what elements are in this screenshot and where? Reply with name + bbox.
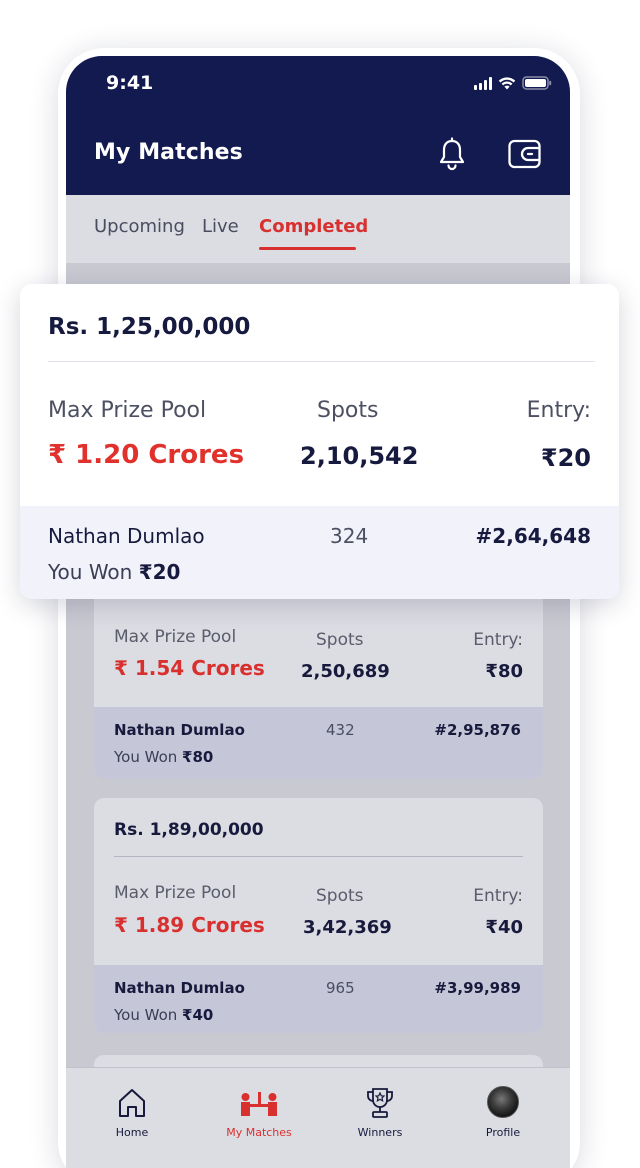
match-card[interactable]: Rs. 1,89,00,000 Max Prize Pool ₹ 1.89 Cr… [94,798,543,1033]
prize-pool-label: Max Prize Pool [114,883,237,903]
home-icon [119,1089,145,1117]
avatar [487,1086,519,1118]
prize-pool-value: ₹ 1.20 Crores [48,440,245,470]
user-name: Nathan Dumlao [114,979,245,997]
won-amount: ₹80 [182,748,214,766]
card-user-result: Nathan Dumlao 965 #3,99,989 You Won ₹40 [94,965,543,1033]
app-mockup: 9:41 My Matches Upcoming Live Completed … [0,0,640,1168]
entry-value: ₹20 [540,444,591,472]
spots-label: Spots [316,886,364,906]
entry-label: Entry: [526,398,591,423]
app-header: 9:41 My Matches [66,56,570,195]
nav-home-label: Home [115,1126,149,1139]
status-icons [474,76,552,90]
trophy-icon [367,1088,393,1118]
nav-profile[interactable]: Profile [453,1086,553,1139]
spots-label: Spots [316,630,364,650]
status-time: 9:41 [106,72,154,94]
won-amount: ₹40 [182,1006,214,1024]
prize-title: Rs. 1,25,00,000 [48,314,251,340]
user-rank: #3,99,989 [434,979,521,997]
prize-pool-value: ₹ 1.89 Crores [114,913,265,937]
entry-label: Entry: [473,886,523,906]
page-title: My Matches [94,140,243,165]
wifi-icon [498,76,516,90]
won-amount-text: You Won ₹20 [48,560,181,584]
card-user-result: Nathan Dumlao 324 #2,64,648 You Won ₹20 [20,506,619,599]
card-divider [48,361,595,362]
bell-icon[interactable] [434,136,470,172]
nav-my-matches[interactable]: My Matches [209,1086,309,1139]
spots-value: 2,50,689 [301,661,390,682]
battery-icon [522,76,552,90]
spots-value: 2,10,542 [300,442,419,470]
won-amount-text: You Won ₹80 [114,748,214,766]
tab-completed[interactable]: Completed [259,216,368,237]
user-name: Nathan Dumlao [114,721,245,739]
user-points: 432 [326,721,355,739]
nav-profile-label: Profile [485,1126,521,1139]
tab-upcoming[interactable]: Upcoming [94,216,185,237]
won-amount-text: You Won ₹40 [114,1006,214,1024]
user-rank: #2,95,876 [434,721,521,739]
prize-pool-label: Max Prize Pool [114,627,237,647]
active-tab-indicator [259,247,356,250]
spots-label: Spots [317,398,379,423]
spots-value: 3,42,369 [303,917,392,938]
match-tabs: Upcoming Live Completed [66,195,570,263]
nav-winners-label: Winners [357,1126,403,1139]
user-points: 965 [326,979,355,997]
user-points: 324 [330,524,369,548]
match-card[interactable]: Max Prize Pool ₹ 1.54 Crores Spots 2,50,… [94,573,543,779]
prize-pool-label: Max Prize Pool [48,398,207,423]
entry-value: ₹80 [485,661,523,682]
card-user-result: Nathan Dumlao 432 #2,95,876 You Won ₹80 [94,707,543,779]
prize-title: Rs. 1,89,00,000 [114,820,264,840]
user-name: Nathan Dumlao [48,524,205,548]
entry-label: Entry: [473,630,523,650]
signal-icon [474,76,492,90]
phone-screen: 9:41 My Matches Upcoming Live Completed … [66,56,570,1168]
nav-my-matches-label: My Matches [226,1126,292,1139]
prize-pool-value: ₹ 1.54 Crores [114,656,265,680]
entry-value: ₹40 [485,917,523,938]
nav-home[interactable]: Home [82,1086,182,1139]
nav-winners[interactable]: Winners [330,1086,430,1139]
highlighted-match-card[interactable]: Rs. 1,25,00,000 Max Prize Pool ₹ 1.20 Cr… [20,284,619,599]
won-amount: ₹20 [138,560,181,584]
tab-live[interactable]: Live [202,216,239,237]
wallet-icon[interactable] [506,136,542,172]
bottom-navigation: Home My Matches Winners Profile [66,1067,570,1168]
matches-icon [241,1092,277,1116]
user-rank: #2,64,648 [475,524,591,548]
